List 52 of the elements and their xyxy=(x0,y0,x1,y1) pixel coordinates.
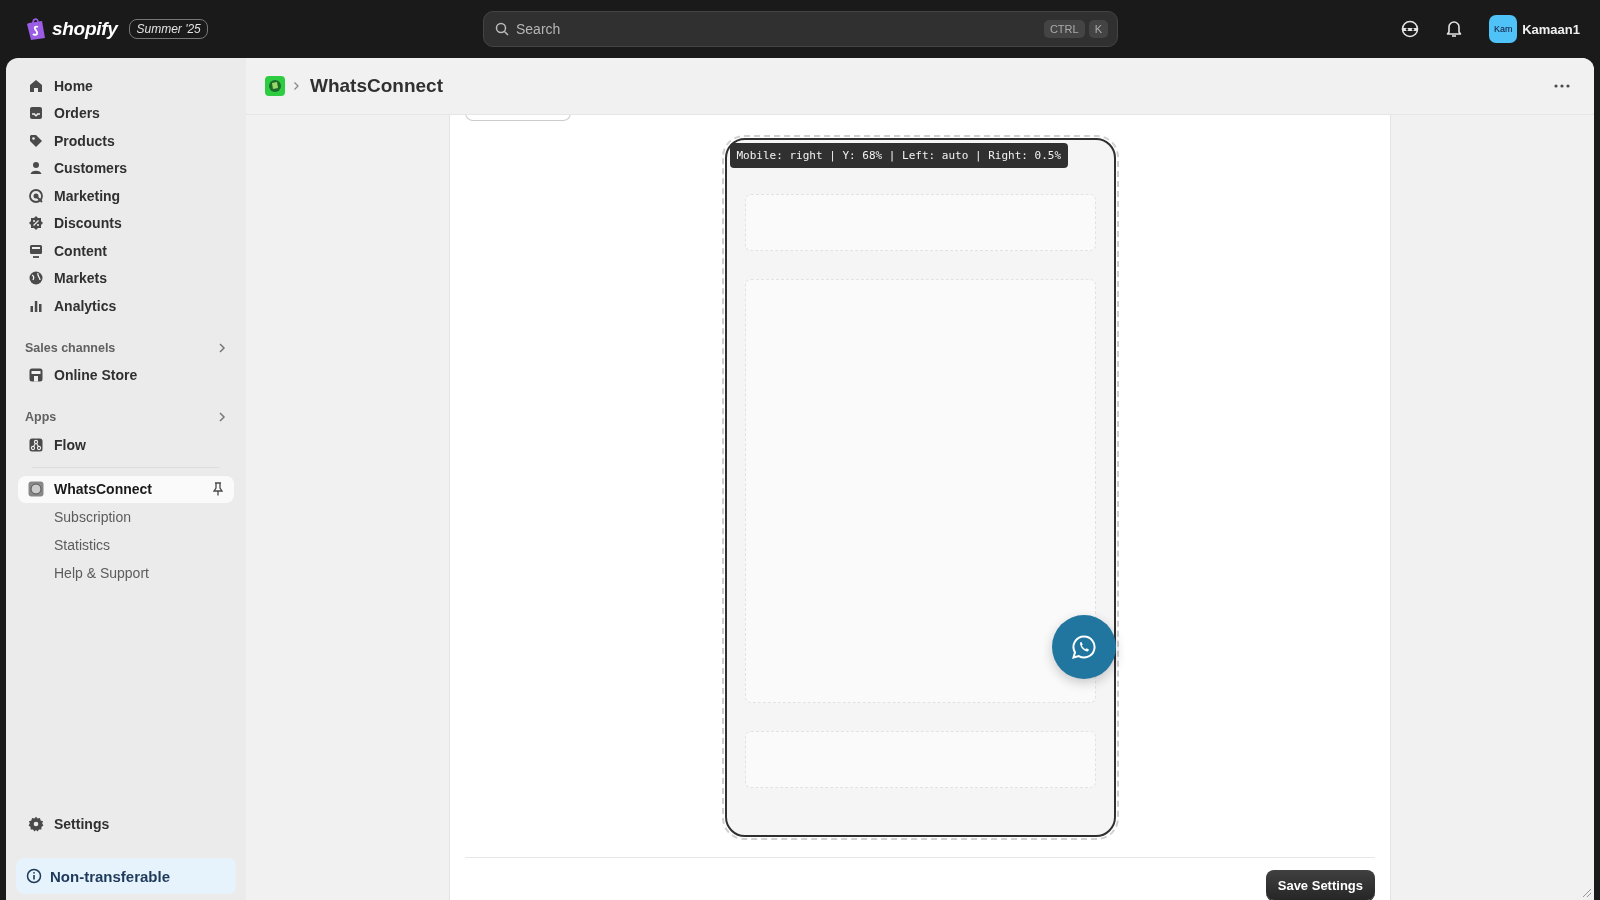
orders-icon xyxy=(28,105,44,122)
section-heading: Apps xyxy=(25,410,57,424)
more-options-icon[interactable] xyxy=(1554,84,1570,88)
percent-icon xyxy=(28,215,44,232)
nav-item[interactable]: Markets xyxy=(18,264,234,292)
section-heading: Sales channels xyxy=(25,340,116,355)
home-icon xyxy=(28,77,44,94)
nav-item[interactable]: Customers xyxy=(18,154,234,182)
bell-icon[interactable] xyxy=(1446,20,1463,38)
sidekick-face-icon[interactable] xyxy=(1401,20,1420,38)
sub-nav-item[interactable]: Subscription xyxy=(18,503,234,531)
person-icon xyxy=(28,160,44,177)
nav-item[interactable]: Orders xyxy=(18,99,234,127)
whatsapp-icon xyxy=(1070,634,1097,660)
shopify-logo[interactable]: shopify xyxy=(52,18,118,40)
nav-item[interactable]: Home xyxy=(18,72,234,100)
page-title: WhatsConnect xyxy=(310,75,443,97)
search-icon xyxy=(495,22,509,36)
nav-item[interactable]: Marketing xyxy=(18,182,234,210)
info-icon xyxy=(26,868,42,884)
target-icon xyxy=(28,187,44,204)
tag-icon xyxy=(28,132,44,149)
notice-banner[interactable]: Non-transferable xyxy=(16,858,236,894)
pin-icon[interactable] xyxy=(212,482,224,497)
user-name[interactable]: Kamaan1 xyxy=(1522,21,1580,37)
nav-item[interactable]: Products xyxy=(18,127,234,155)
resize-grip-icon[interactable] xyxy=(1580,886,1592,898)
nav-item[interactable]: Online Store xyxy=(18,361,234,389)
screen-icon xyxy=(28,242,44,259)
sub-nav-item[interactable]: Statistics xyxy=(18,531,234,559)
sub-nav-item[interactable]: Help & Support xyxy=(18,559,234,587)
shortcut-key: CTRL xyxy=(1043,20,1085,38)
nav-item[interactable]: Analytics xyxy=(18,292,234,320)
edition-badge: Summer '25 xyxy=(129,19,208,39)
settings-icon xyxy=(28,816,44,833)
chevron-right-icon[interactable] xyxy=(218,341,226,354)
store-icon xyxy=(28,367,44,384)
settings-item[interactable]: Settings xyxy=(18,810,234,838)
nav-item[interactable]: Content xyxy=(18,237,234,265)
chat-bubble-icon xyxy=(28,481,44,498)
nodes-icon xyxy=(28,436,44,453)
chevron-right-icon[interactable] xyxy=(218,411,226,423)
app-logo-icon xyxy=(265,76,285,96)
breadcrumb-chevron-icon xyxy=(293,81,300,91)
save-settings-button[interactable]: Save Settings xyxy=(1265,870,1375,900)
nav-item[interactable]: Discounts xyxy=(18,209,234,237)
shopping-bag-icon xyxy=(26,17,46,41)
position-tooltip: Mobile: right | Y: 68% | Left: auto | Right: 0.5% xyxy=(729,143,1068,168)
nav-item[interactable]: Flow xyxy=(18,431,234,459)
globe-icon xyxy=(28,270,44,287)
user-avatar[interactable]: Kam xyxy=(1489,15,1518,43)
nav-item[interactable]: WhatsConnect xyxy=(18,475,234,503)
